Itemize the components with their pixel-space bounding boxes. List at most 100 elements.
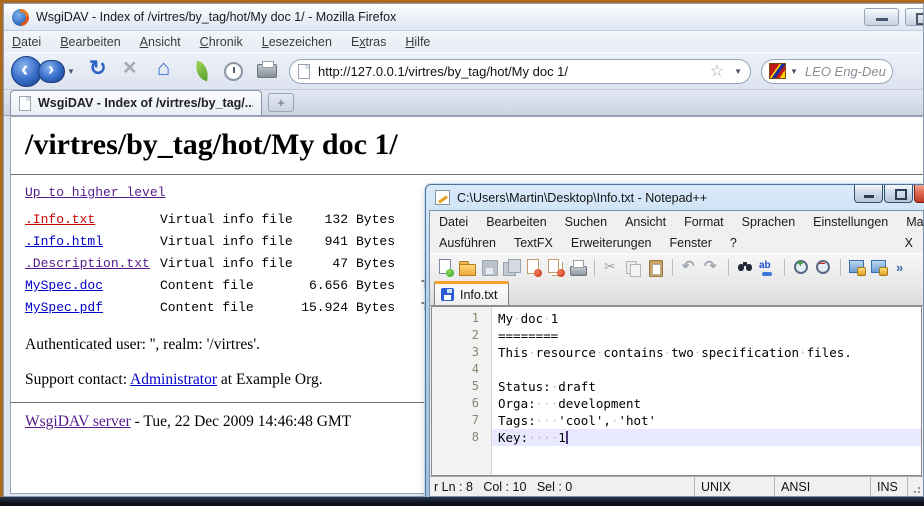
file-link[interactable]: .Description.txt — [25, 253, 160, 275]
find-icon[interactable] — [736, 258, 755, 277]
divider — [11, 174, 923, 175]
np-menu-einstellungen[interactable]: Einstellungen — [813, 215, 888, 229]
wsgidav-server-link[interactable]: WsgiDAV server — [25, 413, 131, 430]
redo-icon[interactable] — [702, 258, 721, 277]
sync-h-icon[interactable] — [870, 258, 889, 277]
np-menu-textfx[interactable]: TextFX — [514, 236, 553, 250]
line-number: 6 — [432, 395, 491, 412]
eol-format-status[interactable]: UNIX — [694, 477, 774, 496]
up-to-higher-level-link[interactable]: Up to higher level — [25, 185, 165, 200]
editor-line[interactable]: Orga:···development — [492, 395, 921, 412]
print-icon[interactable] — [568, 258, 587, 277]
np-menu-?[interactable]: ? — [730, 236, 737, 250]
reload-icon[interactable] — [89, 56, 115, 81]
menu-bearbeiten[interactable]: Bearbeiten — [60, 35, 120, 49]
editor-line[interactable]: Status:·draft — [492, 378, 921, 395]
addon-clock-icon[interactable] — [224, 62, 243, 81]
url-dropdown-icon[interactable]: ▼ — [734, 67, 742, 76]
np-menu-fenster[interactable]: Fenster — [670, 236, 712, 250]
np-menu-makro[interactable]: Makro — [906, 215, 924, 229]
search-engine-dropdown-icon[interactable]: ▼ — [790, 67, 798, 76]
np-menu-format[interactable]: Format — [684, 215, 724, 229]
file-link[interactable]: .Info.html — [25, 231, 160, 253]
editor-line[interactable]: This·resource·contains·two·specification… — [492, 344, 921, 361]
encoding-status[interactable]: ANSI — [774, 477, 870, 496]
stop-icon[interactable] — [123, 54, 149, 81]
editor-line[interactable]: Key:····1 — [492, 429, 921, 446]
np-minimize-button[interactable] — [854, 185, 883, 203]
new-file-icon[interactable] — [436, 258, 455, 277]
text-cursor — [566, 431, 568, 444]
administrator-link[interactable]: Administrator — [130, 371, 217, 388]
url-bar[interactable]: http://127.0.0.1/virtres/by_tag/hot/My d… — [289, 59, 751, 84]
firefox-titlebar[interactable]: WsgiDAV - Index of /virtres/by_tag/hot/M… — [4, 4, 923, 31]
minimize-button[interactable] — [864, 8, 899, 26]
np-menu-bearbeiten[interactable]: Bearbeiten — [486, 215, 546, 229]
notepad-titlebar[interactable]: C:\Users\Martin\Desktop\Info.txt - Notep… — [426, 185, 924, 210]
file-size: 47 — [298, 253, 348, 275]
toolbar-overflow-chevron[interactable]: » — [896, 260, 903, 275]
editor-text-area[interactable]: My·doc·1========This·resource·contains·t… — [492, 307, 921, 475]
line-number: 2 — [432, 327, 491, 344]
sync-v-icon[interactable] — [848, 258, 867, 277]
cut-icon[interactable] — [602, 258, 621, 277]
tab-wsgidav[interactable]: WsgiDAV - Index of /virtres/by_tag/... — [10, 90, 262, 115]
file-link[interactable]: MySpec.pdf — [25, 297, 160, 319]
line-number: 8 — [432, 429, 491, 446]
search-box[interactable]: ▼ LEO Eng-Deu — [761, 59, 893, 84]
tab-info-txt[interactable]: Info.txt — [434, 281, 509, 305]
open-folder-icon[interactable] — [458, 258, 477, 277]
bookmark-star-icon[interactable]: ☆ — [710, 61, 724, 81]
new-tab-button[interactable]: + — [268, 93, 294, 112]
save-icon[interactable] — [480, 258, 499, 277]
text-editor[interactable]: 12345678 My·doc·1========This·resource·c… — [431, 306, 922, 476]
np-menu-erweiterungen[interactable]: Erweiterungen — [571, 236, 652, 250]
file-type: Virtual info file — [160, 253, 298, 275]
zoom-out-icon[interactable] — [814, 258, 833, 277]
save-all-icon[interactable] — [502, 258, 521, 277]
editor-line[interactable]: Tags:···'cool',·'hot' — [492, 412, 921, 429]
home-icon[interactable] — [157, 55, 183, 81]
np-restore-button[interactable] — [884, 185, 913, 203]
print-icon[interactable] — [257, 64, 277, 78]
np-menu-sprachen[interactable]: Sprachen — [742, 215, 796, 229]
file-size-unit: Bytes — [348, 275, 395, 297]
menu-datei[interactable]: Datei — [12, 35, 41, 49]
undo-icon[interactable] — [680, 258, 699, 277]
np-menu-ansicht[interactable]: Ansicht — [625, 215, 666, 229]
editor-line[interactable]: ======== — [492, 327, 921, 344]
close-all-icon[interactable] — [546, 258, 565, 277]
resize-grip[interactable] — [907, 477, 923, 496]
np-menu-datei[interactable]: Datei — [439, 215, 468, 229]
history-dropdown-icon[interactable] — [67, 67, 79, 76]
insert-mode-status[interactable]: INS — [870, 477, 907, 496]
addon-leaf-icon[interactable] — [193, 61, 210, 82]
paste-icon[interactable] — [646, 258, 665, 277]
copy-icon[interactable] — [624, 258, 643, 277]
np-menu-suchen[interactable]: Suchen — [565, 215, 607, 229]
file-link[interactable]: .Info.txt — [25, 209, 160, 231]
tab-strip: WsgiDAV - Index of /virtres/by_tag/... + — [4, 90, 923, 116]
support-prefix: Support contact: — [25, 371, 130, 388]
maximize-button[interactable] — [905, 8, 924, 26]
close-file-icon[interactable] — [524, 258, 543, 277]
np-close-button[interactable] — [914, 185, 924, 203]
search-placeholder[interactable]: LEO Eng-Deu — [805, 64, 886, 79]
zoom-in-icon[interactable] — [792, 258, 811, 277]
taskbar-edge — [0, 497, 924, 506]
menu-extras[interactable]: Extras — [351, 35, 386, 49]
menu-chronik[interactable]: Chronik — [200, 35, 243, 49]
editor-line[interactable] — [492, 361, 921, 378]
leo-search-engine-icon[interactable] — [769, 63, 786, 79]
replace-icon[interactable] — [758, 258, 777, 277]
np-menu-close-button[interactable]: X — [905, 236, 913, 250]
file-link[interactable]: MySpec.doc — [25, 275, 160, 297]
menu-hilfe[interactable]: Hilfe — [405, 35, 430, 49]
forward-icon[interactable] — [38, 60, 65, 83]
menu-ansicht[interactable]: Ansicht — [140, 35, 181, 49]
menu-lesezeichen[interactable]: Lesezeichen — [262, 35, 332, 49]
url-text[interactable]: http://127.0.0.1/virtres/by_tag/hot/My d… — [318, 64, 710, 79]
toolbar-separator — [728, 259, 729, 276]
editor-line[interactable]: My·doc·1 — [492, 310, 921, 327]
np-menu-ausfhren[interactable]: Ausführen — [439, 236, 496, 250]
